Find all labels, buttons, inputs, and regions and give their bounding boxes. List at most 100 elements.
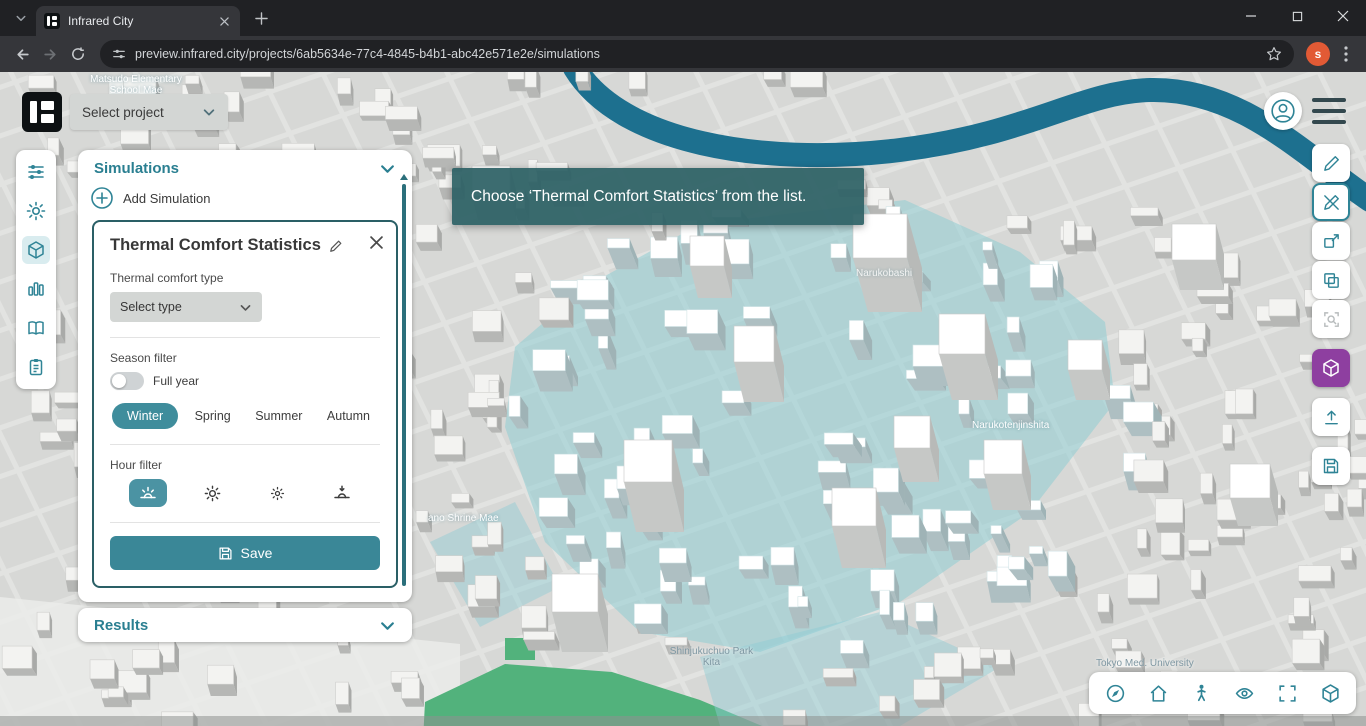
draw-button[interactable]: [1312, 144, 1350, 182]
chevron-down-icon: [381, 165, 394, 173]
new-tab-button[interactable]: [248, 5, 274, 31]
season-winter-button[interactable]: Winter: [112, 403, 179, 429]
forward-button[interactable]: [36, 40, 64, 68]
hour-sunrise-button[interactable]: [129, 479, 168, 507]
upload-button[interactable]: [1312, 398, 1350, 436]
pencil-icon: [1323, 155, 1339, 171]
left-tool-rail: [16, 150, 56, 389]
pencil-icon: [330, 240, 342, 252]
save-button[interactable]: Save: [110, 536, 380, 570]
back-button[interactable]: [8, 40, 36, 68]
hour-buttons: [116, 479, 374, 507]
tab-title: Infrared City: [68, 14, 134, 28]
minimize-button[interactable]: [1228, 0, 1274, 32]
infrared-favicon: [44, 13, 60, 29]
compass-icon: [1106, 684, 1124, 702]
browser-tab[interactable]: Infrared City: [36, 6, 240, 36]
bookmark-star-icon[interactable]: [1266, 46, 1282, 62]
sun-analysis-button[interactable]: [24, 199, 48, 223]
type-select[interactable]: Select type: [110, 292, 262, 322]
season-autumn-button[interactable]: Autumn: [319, 403, 378, 429]
window-controls: [1228, 0, 1366, 36]
intersect-icon: [1323, 272, 1339, 288]
season-label: Season filter: [110, 351, 177, 365]
sliders-icon: [28, 165, 44, 179]
season-summer-button[interactable]: Summer: [247, 403, 310, 429]
tab-search-button[interactable]: [8, 5, 34, 31]
app-logo[interactable]: [22, 92, 62, 132]
generate-model-button[interactable]: [1312, 349, 1350, 387]
chevron-down-icon: [240, 304, 251, 311]
simulation-card: Thermal Comfort Statistics Thermal comfo…: [92, 220, 398, 588]
save-label: Save: [240, 545, 273, 561]
add-simulation-button[interactable]: Add Simulation: [78, 183, 412, 220]
main-menu-button[interactable]: [1312, 98, 1346, 124]
cube-icon: [28, 241, 44, 259]
reload-button[interactable]: [64, 40, 92, 68]
user-icon: [1271, 99, 1295, 123]
browser-menu-button[interactable]: [1334, 42, 1358, 66]
sunrise-icon: [140, 486, 156, 499]
maximize-button[interactable]: [1274, 0, 1320, 32]
url-bar[interactable]: preview.infrared.city/projects/6ab5634e-…: [100, 40, 1294, 68]
clipboard-icon: [29, 359, 43, 376]
visibility-button[interactable]: [1233, 682, 1255, 704]
columns-button[interactable]: [24, 277, 48, 301]
results-bar[interactable]: Results: [78, 608, 412, 642]
cube-view-button[interactable]: [1319, 682, 1341, 704]
edit-title-button[interactable]: [329, 239, 343, 253]
frame-icon: [1278, 684, 1296, 702]
save-view-button[interactable]: [1312, 447, 1350, 485]
season-spring-button[interactable]: Spring: [187, 403, 239, 429]
scan-button[interactable]: [1312, 300, 1350, 338]
cube-icon: [1321, 683, 1339, 703]
draw-off-button[interactable]: [1312, 183, 1350, 221]
reload-icon: [72, 47, 84, 60]
library-button[interactable]: [24, 316, 48, 340]
report-button[interactable]: [24, 355, 48, 379]
pencil-off-icon: [1323, 194, 1339, 210]
window-close-button[interactable]: [1320, 0, 1366, 32]
simulations-header[interactable]: Simulations: [78, 150, 412, 183]
intersect-button[interactable]: [1312, 261, 1350, 299]
pedestrian-button[interactable]: [1190, 682, 1212, 704]
select-project-dropdown[interactable]: Select project: [70, 94, 228, 130]
pedestrian-icon: [1196, 684, 1206, 701]
hour-noon-button[interactable]: [258, 479, 296, 507]
browser-tabstrip: Infrared City: [0, 0, 1366, 36]
select-area-button[interactable]: [1312, 222, 1350, 260]
floppy-icon: [1323, 458, 1339, 474]
tooltip-banner: Choose ‘Thermal Comfort Statistics’ from…: [452, 168, 864, 225]
kebab-menu-icon: [1344, 46, 1348, 62]
plus-icon: [254, 11, 268, 25]
add-simulation-label: Add Simulation: [123, 190, 211, 206]
chevron-down-icon: [203, 109, 215, 116]
view-toolbar: [1089, 672, 1356, 714]
type-select-value: Select type: [120, 300, 182, 314]
arrow-left-icon: [16, 48, 29, 60]
sun-icon: [26, 201, 46, 221]
simulations-title: Simulations: [94, 160, 180, 177]
card-close-button[interactable]: [366, 232, 386, 252]
frame-button[interactable]: [1276, 682, 1298, 704]
eye-icon: [1235, 687, 1253, 699]
panel-scrollbar[interactable]: [400, 174, 408, 586]
results-label: Results: [94, 616, 149, 634]
hour-morning-button[interactable]: [194, 479, 232, 507]
divider: [110, 522, 380, 523]
full-year-toggle[interactable]: [110, 372, 144, 390]
model-button[interactable]: [22, 236, 50, 264]
compass-button[interactable]: [1104, 682, 1126, 704]
tab-close-button[interactable]: [216, 13, 232, 29]
right-tool-rail: [1312, 144, 1350, 485]
filters-button[interactable]: [24, 160, 48, 184]
user-avatar-button[interactable]: [1264, 92, 1302, 130]
site-info-icon[interactable]: [112, 47, 126, 61]
hour-sunset-button[interactable]: [323, 479, 361, 507]
type-label: Thermal comfort type: [110, 271, 224, 285]
season-buttons: Winter Spring Summer Autumn: [110, 403, 380, 429]
close-icon: [369, 235, 383, 249]
home-button[interactable]: [1147, 682, 1169, 704]
profile-avatar[interactable]: s: [1306, 42, 1330, 66]
divider: [110, 337, 380, 338]
